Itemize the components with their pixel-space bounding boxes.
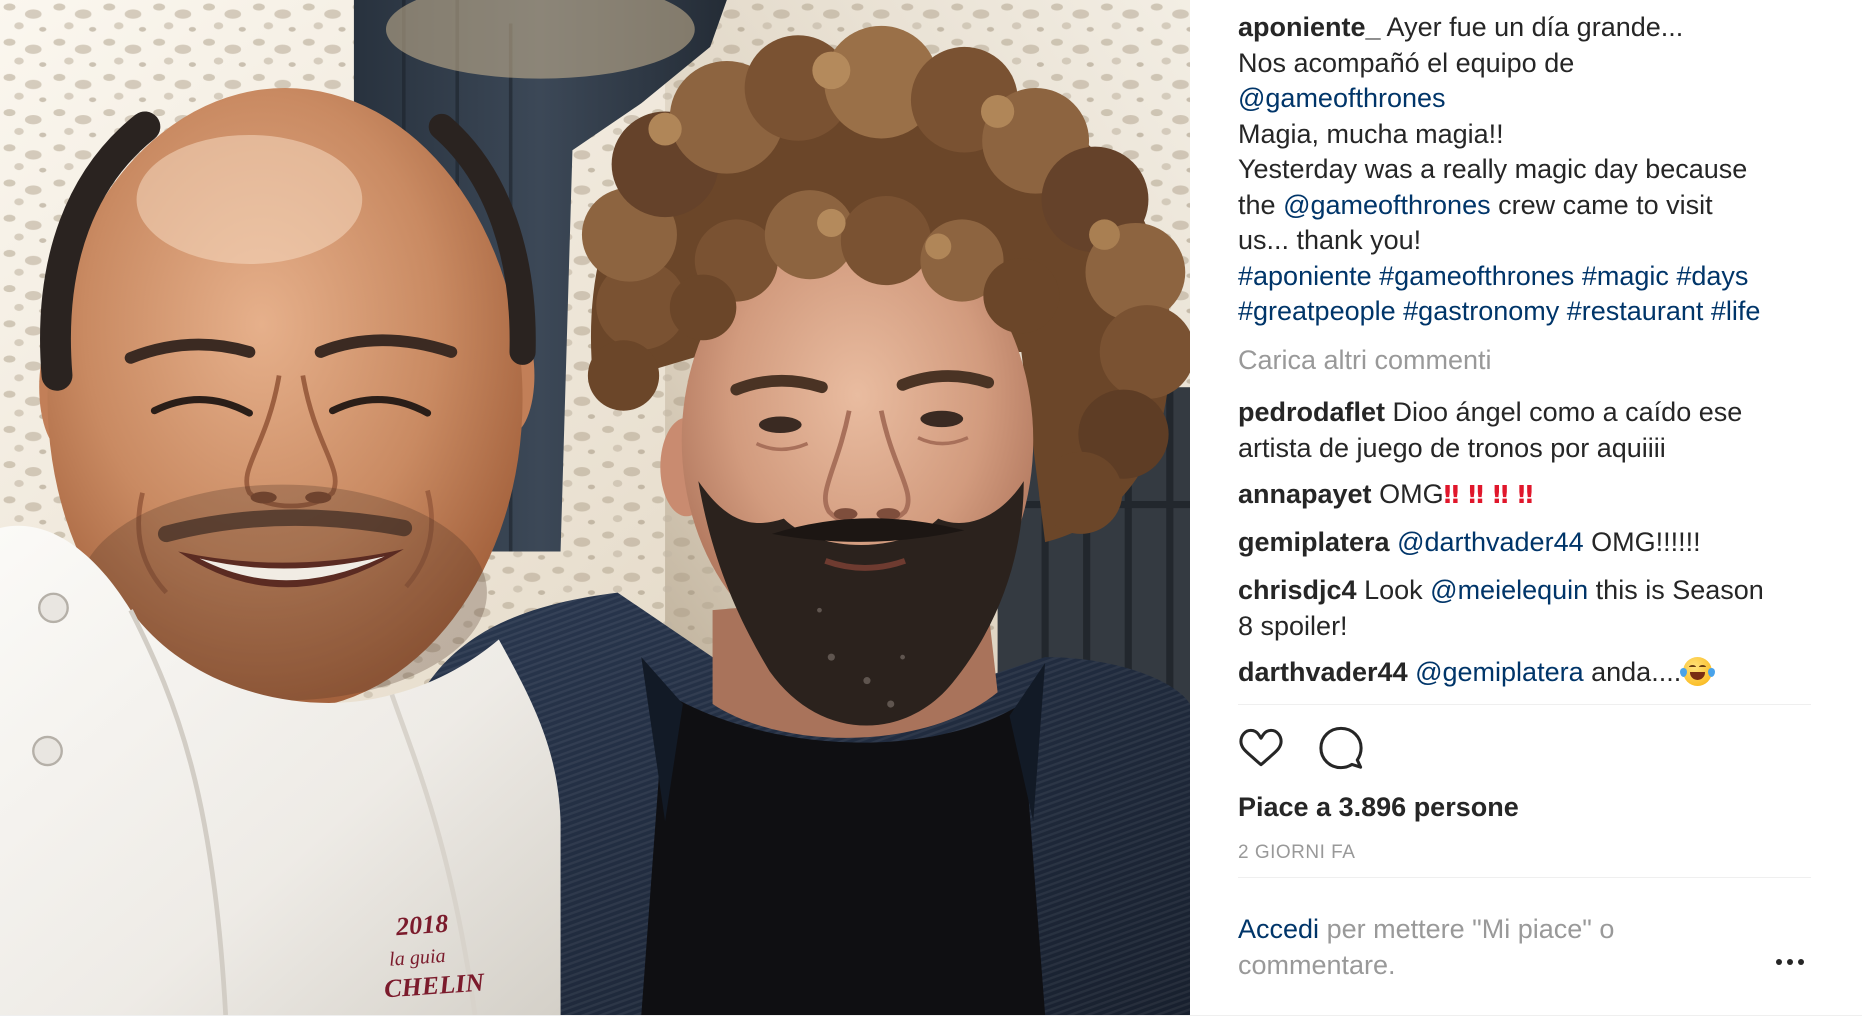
mention-link[interactable]: @darthvader44 — [1397, 527, 1584, 557]
comment-text: anda.... — [1591, 657, 1682, 687]
comment-text: artista de juego de tronos por aquiiii — [1238, 432, 1666, 463]
caption-text: the — [1238, 189, 1276, 220]
likes-suffix: persone — [1413, 792, 1519, 822]
caption-text: Magia, mucha magia!! — [1238, 118, 1504, 149]
comment-username[interactable]: gemiplatera — [1238, 527, 1390, 557]
hashtag-link[interactable]: #life — [1711, 296, 1761, 326]
hashtag-link[interactable]: #aponiente — [1238, 261, 1372, 291]
comment-username[interactable]: pedrodaflet — [1238, 397, 1385, 427]
double-exclamation-emoji: ‼‼‼‼ — [1443, 480, 1543, 509]
comment-username[interactable]: annapayet — [1238, 479, 1372, 509]
section-divider — [1238, 704, 1811, 705]
caption-text: Ayer fue un día grande... — [1386, 12, 1684, 42]
jacket-guide-text: la guia — [388, 945, 446, 971]
comment-text: OMG — [1379, 479, 1444, 509]
load-more-comments-button[interactable]: Carica altri commenti — [1238, 343, 1492, 379]
hashtag-link[interactable]: #greatpeople — [1238, 296, 1396, 326]
comment-button[interactable] — [1318, 726, 1364, 770]
hashtag-link[interactable]: #gameofthrones — [1379, 261, 1574, 291]
comment: darthvader44 @gemiplatera anda.... — [1238, 655, 1716, 691]
comment-username[interactable]: darthvader44 — [1238, 657, 1408, 687]
caption-text: Yesterday was a really magic day because — [1238, 154, 1748, 184]
comment-text: Dioo ángel como a caído ese — [1392, 397, 1743, 427]
post-bottom-border — [0, 1015, 1862, 1016]
likes-prefix: Piace a — [1238, 792, 1332, 822]
photo-illustration: 2018 la guia CHELIN — [0, 0, 1190, 1015]
caption-text: us... thank you! — [1238, 225, 1422, 255]
more-options-icon[interactable] — [1776, 958, 1806, 966]
section-divider — [1238, 877, 1811, 878]
comment-text: 8 spoiler! — [1238, 610, 1348, 641]
face-with-tears-of-joy-icon — [1680, 657, 1716, 686]
login-prompt: Accedi per mettere "Mi piace" o commenta… — [1238, 912, 1614, 983]
comment-text: Look — [1364, 575, 1423, 605]
comment-text: OMG!!!!!! — [1591, 527, 1701, 557]
login-prompt-text: per mettere "Mi piace" o — [1326, 914, 1615, 944]
comment-username[interactable]: chrisdjc4 — [1238, 575, 1357, 605]
caption-text: crew came to visit — [1498, 189, 1713, 220]
post-timestamp[interactable]: 2 GIORNI FA — [1238, 841, 1355, 865]
caption-username[interactable]: aponiente_ — [1238, 12, 1381, 42]
post-side-panel: aponiente_ Ayer fue un día grande... Nos… — [1190, 0, 1862, 1015]
post-caption: aponiente_ Ayer fue un día grande... Nos… — [1238, 10, 1760, 330]
likes-number: 3.896 — [1338, 792, 1407, 822]
like-button[interactable] — [1238, 726, 1284, 770]
comment: gemiplatera @darthvader44 OMG!!!!!! — [1238, 525, 1701, 561]
comment-text: this is Season — [1595, 575, 1764, 605]
comment: annapayet OMG‼‼‼‼ — [1238, 477, 1542, 513]
hashtag-link[interactable]: #magic — [1582, 261, 1669, 291]
caption-text: Nos acompañó el equipo de — [1238, 47, 1575, 78]
login-prompt-text: commentare. — [1238, 949, 1396, 980]
mention-link[interactable]: @meielequin — [1430, 575, 1588, 605]
post-photo: 2018 la guia CHELIN — [0, 0, 1190, 1015]
heart-icon — [1239, 728, 1283, 767]
mention-link[interactable]: @gameofthrones — [1283, 190, 1491, 220]
hashtag-link[interactable]: #days — [1676, 261, 1748, 291]
mention-link[interactable]: @gameofthrones — [1238, 83, 1446, 113]
hashtag-link[interactable]: #restaurant — [1567, 296, 1704, 326]
likes-count[interactable]: Piace a 3.896 persone — [1238, 789, 1519, 825]
comment: chrisdjc4 Look @meielequin this is Seaso… — [1238, 573, 1764, 644]
speech-bubble-icon — [1319, 726, 1363, 770]
hashtag-link[interactable]: #gastronomy — [1403, 296, 1559, 326]
mention-link[interactable]: @gemiplatera — [1415, 657, 1584, 687]
login-link[interactable]: Accedi — [1238, 914, 1319, 944]
jacket-year: 2018 — [394, 909, 449, 941]
comment: pedrodaflet Dioo ángel como a caído ese … — [1238, 395, 1742, 466]
person-left: 2018 la guia CHELIN — [0, 88, 561, 1015]
